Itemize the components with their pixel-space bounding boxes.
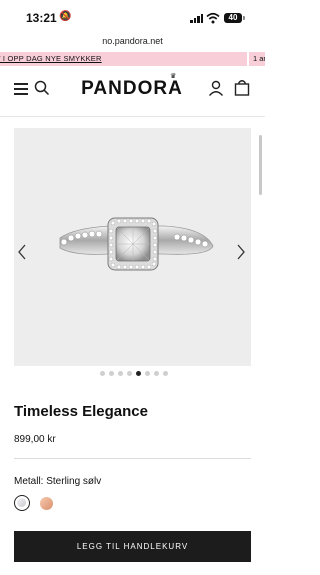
add-to-cart-button[interactable]: LEGG TIL HANDLEKURV	[14, 531, 251, 562]
carousel-dot[interactable]	[136, 371, 141, 376]
shopping-bag-icon[interactable]	[234, 79, 250, 96]
carousel-dot[interactable]	[109, 371, 114, 376]
page-scrollbar[interactable]	[259, 135, 262, 195]
metal-label: Metall: Sterling sølv	[14, 476, 102, 487]
carousel-prev-icon[interactable]	[17, 244, 27, 260]
ring-image	[59, 217, 214, 271]
carousel-dot[interactable]	[145, 371, 150, 376]
status-time: 13:21	[26, 11, 57, 25]
status-bar: 13:21 🔕 40	[0, 0, 265, 30]
carousel-dot[interactable]	[154, 371, 159, 376]
search-icon[interactable]	[34, 80, 50, 96]
bell-muted-icon: 🔕	[59, 11, 72, 22]
product-image[interactable]	[14, 128, 251, 366]
promo-banner[interactable]: T I OPP DAG NYE SMYKKER 1 an	[0, 52, 265, 66]
cellular-signal-icon	[190, 14, 204, 23]
swatch-sterling-silver[interactable]	[14, 495, 30, 511]
divider	[14, 458, 251, 459]
wifi-icon	[206, 12, 220, 24]
menu-icon[interactable]	[14, 83, 28, 95]
crown-icon: ♛	[170, 73, 177, 80]
carousel-dot[interactable]	[100, 371, 105, 376]
promo-text[interactable]: T I OPP DAG NYE SMYKKER	[0, 54, 102, 63]
battery-icon: 40	[224, 13, 242, 23]
carousel-next-icon[interactable]	[236, 244, 246, 260]
account-icon[interactable]	[208, 80, 224, 96]
carousel-dot[interactable]	[118, 371, 123, 376]
address-bar-url[interactable]: no.pandora.net	[0, 36, 265, 46]
carousel-dot[interactable]	[163, 371, 168, 376]
promo-divider	[247, 52, 249, 66]
carousel-dot[interactable]	[127, 371, 132, 376]
promo-text-next[interactable]: 1 an	[253, 54, 265, 63]
product-price: 899,00 kr	[14, 434, 56, 445]
pandora-logo[interactable]: PANDORA	[76, 78, 188, 100]
swatch-rose-gold[interactable]	[40, 497, 53, 510]
battery-tip	[243, 16, 245, 20]
product-title: Timeless Elegance	[14, 403, 148, 420]
